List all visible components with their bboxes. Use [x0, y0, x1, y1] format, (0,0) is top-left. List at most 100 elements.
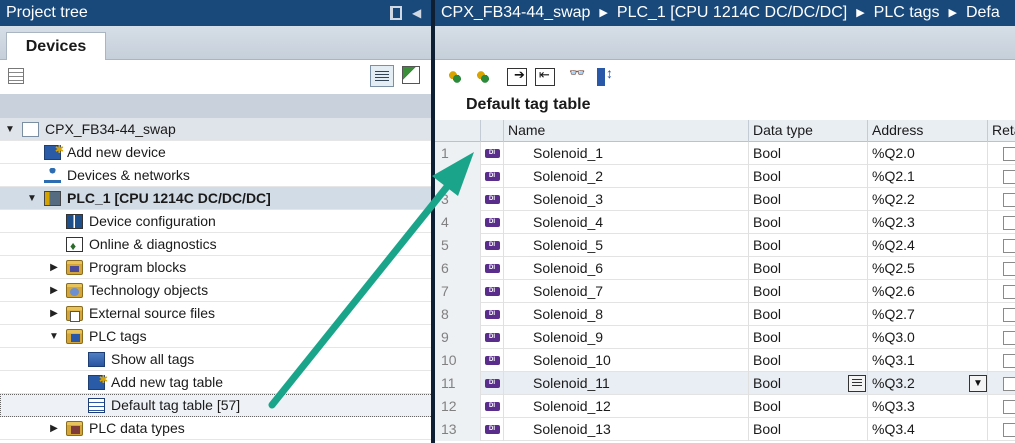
row-number[interactable]: 4 — [435, 211, 481, 234]
retain-checkbox[interactable] — [1003, 170, 1015, 184]
collapse-arrow-icon[interactable]: ▼ — [26, 187, 38, 210]
insert-row-icon[interactable] — [473, 68, 493, 86]
address-cell[interactable]: %Q2.1 — [868, 165, 988, 188]
retain-checkbox[interactable] — [1003, 331, 1015, 345]
address-cell[interactable]: %Q2.3 — [868, 211, 988, 234]
data-type-cell[interactable]: Bool — [749, 418, 868, 441]
data-type-cell[interactable]: Bool — [749, 395, 868, 418]
tree-item[interactable]: Add new tag table — [0, 369, 433, 394]
tree-item[interactable]: Device configuration — [0, 210, 433, 233]
data-type-cell[interactable]: Bool — [749, 211, 868, 234]
row-number[interactable]: 9 — [435, 326, 481, 349]
tab-devices[interactable]: Devices — [6, 32, 106, 60]
row-number[interactable]: 1 — [435, 142, 481, 165]
data-type-cell[interactable]: Bool — [749, 349, 868, 372]
address-cell[interactable]: %Q2.4 — [868, 234, 988, 257]
add-row-icon[interactable] — [445, 68, 465, 86]
tag-name-cell[interactable]: Solenoid_9 — [504, 326, 749, 349]
breadcrumb-item[interactable]: CPX_FB34-44_swap — [441, 4, 590, 21]
breadcrumb-item[interactable]: PLC tags — [874, 4, 940, 21]
row-number[interactable]: 13 — [435, 418, 481, 441]
address-cell[interactable]: %Q2.2 — [868, 188, 988, 211]
table-row[interactable]: 9 Solenoid_9Bool%Q3.0 — [435, 326, 1015, 349]
breadcrumb-item[interactable]: PLC_1 [CPU 1214C DC/DC/DC] — [617, 4, 847, 21]
breadcrumb-item[interactable]: Defa — [966, 4, 1000, 21]
data-type-cell[interactable]: Bool — [749, 165, 868, 188]
expand-arrow-icon[interactable]: ▶ — [48, 256, 60, 279]
row-number[interactable]: 3 — [435, 188, 481, 211]
tree-item[interactable]: ▶ Program blocks — [0, 256, 433, 279]
table-row[interactable]: 10 Solenoid_10Bool%Q3.1 — [435, 349, 1015, 372]
retain-checkbox[interactable] — [1003, 285, 1015, 299]
tree-item[interactable]: ▼ CPX_FB34-44_swap — [0, 118, 433, 141]
tree-item[interactable]: Devices & networks — [0, 164, 433, 187]
row-number[interactable]: 12 — [435, 395, 481, 418]
retain-checkbox[interactable] — [1003, 308, 1015, 322]
col-header-address[interactable]: Address — [868, 120, 988, 142]
tag-name-cell[interactable]: Solenoid_2 — [504, 165, 749, 188]
import-icon[interactable] — [535, 67, 555, 86]
retain-checkbox[interactable] — [1003, 400, 1015, 414]
tag-name-cell[interactable]: Solenoid_11 — [504, 372, 749, 395]
address-cell[interactable]: %Q3.1 — [868, 349, 988, 372]
row-number[interactable]: 7 — [435, 280, 481, 303]
retain-checkbox[interactable] — [1003, 147, 1015, 161]
data-type-picker-icon[interactable] — [848, 375, 866, 392]
tag-name-cell[interactable]: Solenoid_6 — [504, 257, 749, 280]
col-header-name[interactable]: Name — [504, 120, 749, 142]
data-type-cell[interactable]: Bool — [749, 303, 868, 326]
row-number[interactable]: 5 — [435, 234, 481, 257]
expand-arrow-icon[interactable]: ▶ — [48, 302, 60, 325]
retain-checkbox[interactable] — [1003, 423, 1015, 437]
retain-checkbox[interactable] — [1003, 216, 1015, 230]
split-view-icon[interactable] — [390, 6, 402, 20]
address-cell[interactable]: %Q2.6 — [868, 280, 988, 303]
data-type-cell[interactable]: Bool — [749, 188, 868, 211]
tag-name-cell[interactable]: Solenoid_7 — [504, 280, 749, 303]
monitor-icon[interactable] — [569, 65, 589, 86]
data-type-cell[interactable]: Bool — [749, 142, 868, 165]
table-row[interactable]: 6 Solenoid_6Bool%Q2.5 — [435, 257, 1015, 280]
retain-checkbox[interactable] — [1003, 193, 1015, 207]
address-cell[interactable]: %Q2.7 — [868, 303, 988, 326]
table-row[interactable]: 3 Solenoid_3Bool%Q2.2 — [435, 188, 1015, 211]
table-row[interactable]: 11Solenoid_11Bool%Q3.2▼ — [435, 372, 1015, 395]
col-header-retain[interactable]: Reta — [988, 120, 1015, 142]
data-type-cell[interactable]: Bool — [749, 280, 868, 303]
tag-name-cell[interactable]: Solenoid_3 — [504, 188, 749, 211]
tag-name-cell[interactable]: Solenoid_13 — [504, 418, 749, 441]
row-number[interactable]: 10 — [435, 349, 481, 372]
tree-item[interactable]: ▶ External source files — [0, 302, 433, 325]
table-row[interactable]: 12 Solenoid_12Bool%Q3.3 — [435, 395, 1015, 418]
retain-checkbox[interactable] — [1003, 354, 1015, 368]
detail-view-icon[interactable] — [402, 66, 420, 84]
retain-checkbox[interactable] — [1003, 377, 1015, 391]
tree-item[interactable]: Add new device — [0, 139, 433, 164]
tree-item[interactable]: Default tag table [57] — [0, 394, 433, 417]
table-row[interactable]: 2 Solenoid_2Bool%Q2.1 — [435, 165, 1015, 188]
data-type-cell[interactable]: Bool — [749, 326, 868, 349]
address-cell[interactable]: %Q3.0 — [868, 326, 988, 349]
expand-arrow-icon[interactable]: ▶ — [48, 279, 60, 302]
retain-checkbox[interactable] — [1003, 262, 1015, 276]
retain-checkbox[interactable] — [1003, 239, 1015, 253]
table-row[interactable]: 8 Solenoid_8Bool%Q2.7 — [435, 303, 1015, 326]
address-cell[interactable]: %Q2.5 — [868, 257, 988, 280]
monitor-all-icon[interactable] — [597, 65, 617, 86]
address-cell[interactable]: %Q2.0 — [868, 142, 988, 165]
table-row[interactable]: 13 Solenoid_13Bool%Q3.4 — [435, 418, 1015, 441]
collapse-arrow-icon[interactable]: ▼ — [48, 325, 60, 348]
row-number[interactable]: 11 — [435, 372, 481, 395]
tag-name-cell[interactable]: Solenoid_5 — [504, 234, 749, 257]
row-number[interactable]: 8 — [435, 303, 481, 326]
list-view-icon[interactable] — [370, 65, 394, 87]
data-type-cell[interactable]: Bool — [749, 257, 868, 280]
table-row[interactable]: 1 Solenoid_1Bool%Q2.0 — [435, 142, 1015, 165]
expand-arrow-icon[interactable]: ▶ — [48, 417, 60, 440]
tag-name-cell[interactable]: Solenoid_8 — [504, 303, 749, 326]
table-row[interactable]: 4 Solenoid_4Bool%Q2.3 — [435, 211, 1015, 234]
tag-name-cell[interactable]: Solenoid_4 — [504, 211, 749, 234]
properties-icon[interactable] — [8, 68, 24, 84]
export-icon[interactable] — [507, 67, 527, 86]
tree-item[interactable]: Online & diagnostics — [0, 233, 433, 258]
